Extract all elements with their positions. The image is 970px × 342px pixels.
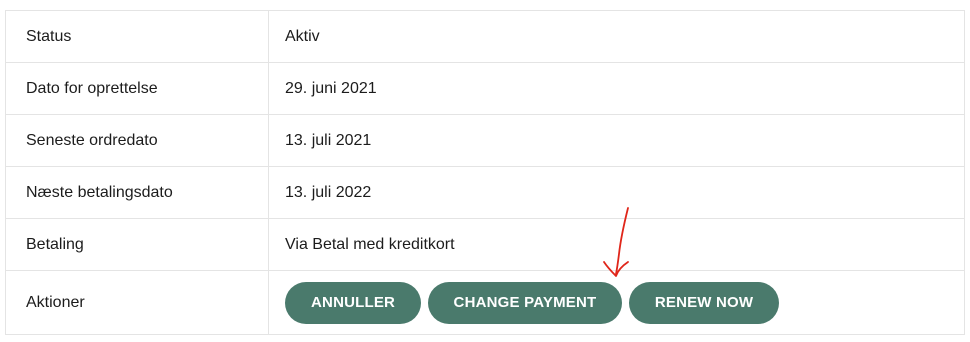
change-payment-button[interactable]: CHANGE PAYMENT bbox=[427, 281, 623, 324]
next-payment-date-value: 13. juli 2022 bbox=[268, 166, 965, 219]
created-date-label: Dato for oprettelse bbox=[5, 62, 269, 115]
table-row: Status Aktiv bbox=[5, 10, 965, 63]
actions-cell: ANNULLER CHANGE PAYMENT RENEW NOW bbox=[268, 270, 965, 335]
payment-value: Via Betal med kreditkort bbox=[268, 218, 965, 271]
last-order-date-label: Seneste ordredato bbox=[5, 114, 269, 167]
actions-label: Aktioner bbox=[5, 270, 269, 335]
table-row: Betaling Via Betal med kreditkort bbox=[5, 218, 965, 271]
table-row: Næste betalingsdato 13. juli 2022 bbox=[5, 166, 965, 219]
table-row: Dato for oprettelse 29. juni 2021 bbox=[5, 62, 965, 115]
subscription-details-table: Status Aktiv Dato for oprettelse 29. jun… bbox=[5, 10, 965, 335]
last-order-date-value: 13. juli 2021 bbox=[268, 114, 965, 167]
status-value: Aktiv bbox=[268, 10, 965, 63]
renew-now-button[interactable]: RENEW NOW bbox=[628, 281, 780, 324]
status-label: Status bbox=[5, 10, 269, 63]
cancel-button[interactable]: ANNULLER bbox=[285, 281, 422, 324]
actions-row: Aktioner ANNULLER CHANGE PAYMENT RENEW N… bbox=[5, 270, 965, 335]
payment-label: Betaling bbox=[5, 218, 269, 271]
created-date-value: 29. juni 2021 bbox=[268, 62, 965, 115]
next-payment-date-label: Næste betalingsdato bbox=[5, 166, 269, 219]
table-row: Seneste ordredato 13. juli 2021 bbox=[5, 114, 965, 167]
